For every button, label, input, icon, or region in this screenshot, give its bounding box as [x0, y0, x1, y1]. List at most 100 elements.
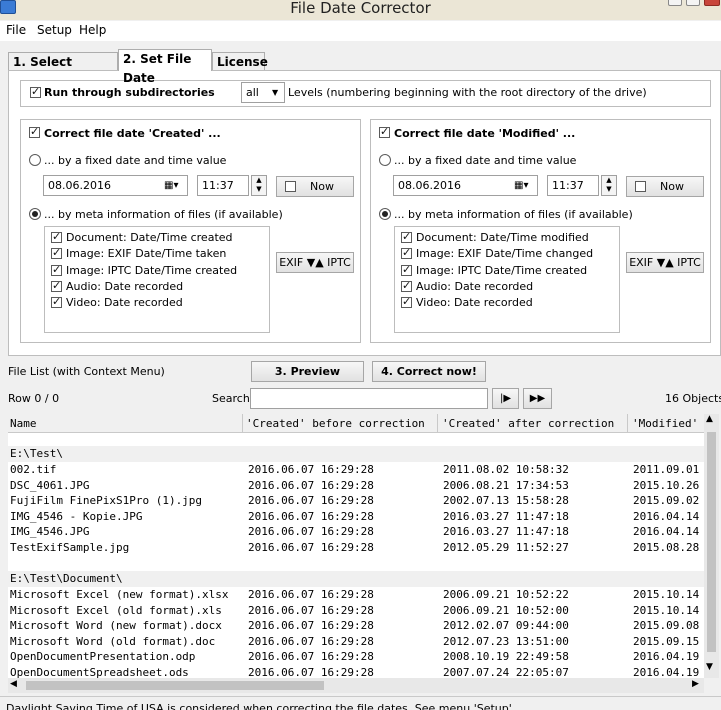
now-checkbox[interactable] — [285, 181, 296, 192]
column-header-created-after[interactable]: 'Created' after correction — [442, 416, 624, 432]
table-row[interactable]: IMG_4546 - Kopie.JPG 2016.06.07 16:29:28 2… — [8, 509, 704, 525]
cell-name: IMG_4546.JPG — [10, 525, 90, 538]
minimize-button[interactable] — [668, 0, 682, 6]
scroll-down-icon[interactable]: ▼ — [706, 662, 713, 672]
created-date-field[interactable]: 08.06.2016 ▦▾ — [43, 175, 188, 196]
horizontal-scrollbar[interactable]: ◀ ▶ — [8, 678, 704, 693]
created-meta-item-3[interactable]: Image: IPTC Date/Time created — [66, 264, 237, 277]
menu-file[interactable]: File — [6, 23, 26, 37]
search-input[interactable] — [250, 388, 488, 409]
created-time-spinner[interactable]: ▲ ▼ — [251, 175, 267, 196]
cell-created-before: 2016.06.07 16:29:28 — [248, 478, 374, 492]
cell-name: IMG_4546 - Kopie.JPG — [10, 509, 143, 523]
correct-now-button[interactable]: 4. Correct now! — [372, 361, 486, 382]
row-counter: Row 0 / 0 — [8, 392, 60, 405]
vertical-scroll-thumb[interactable] — [707, 432, 716, 652]
modified-meta-check-5[interactable] — [401, 295, 412, 308]
table-row[interactable]: Microsoft Excel (old format).xls 2016.06.… — [8, 603, 704, 619]
table-row[interactable]: FujiFilm FinePixS1Pro (1).jpg 2016.06.07 … — [8, 493, 704, 509]
table-row[interactable]: TestExifSample.jpg 2016.06.07 16:29:28 201… — [8, 540, 704, 556]
created-meta-check-5[interactable] — [51, 295, 62, 308]
modified-meta-radio[interactable] — [379, 208, 391, 220]
close-button[interactable] — [704, 0, 720, 6]
modified-time-field[interactable]: 11:37 — [547, 175, 599, 196]
created-meta-item-5[interactable]: Video: Date recorded — [66, 296, 183, 309]
column-separator[interactable] — [437, 414, 438, 432]
table-row[interactable]: Microsoft Excel (new format).xlsx 2016.06… — [8, 587, 704, 603]
cell-modified-before: 2016.04.14 — [633, 525, 700, 538]
modified-meta-check-4[interactable] — [401, 279, 412, 292]
created-meta-item-2[interactable]: Image: EXIF Date/Time taken — [66, 247, 226, 260]
created-meta-radio[interactable] — [29, 208, 41, 220]
created-exif-iptc-button[interactable]: EXIF ▼▲ IPTC — [276, 252, 354, 273]
modified-meta-item-4[interactable]: Audio: Date recorded — [416, 280, 533, 293]
horizontal-scroll-thumb[interactable] — [26, 681, 324, 690]
scroll-right-icon[interactable]: ▶ — [692, 679, 699, 689]
menu-setup[interactable]: Setup — [37, 23, 72, 37]
created-date-value: 08.06.2016 — [48, 179, 111, 192]
modified-meta-check-2[interactable] — [401, 246, 412, 259]
created-meta-check-4[interactable] — [51, 279, 62, 292]
modified-meta-check-1[interactable] — [401, 230, 412, 243]
created-meta-check-1[interactable] — [51, 230, 62, 243]
created-meta-check-2[interactable] — [51, 246, 62, 259]
group-row[interactable]: E:\Test\Document\ — [8, 571, 704, 587]
modified-meta-item-1[interactable]: Document: Date/Time modified — [416, 231, 589, 244]
tab-license[interactable]: License — [212, 52, 268, 71]
cell-modified-before: 2015.08.28 — [633, 540, 700, 554]
created-meta-item-1[interactable]: Document: Date/Time created — [66, 231, 233, 244]
scroll-up-icon[interactable]: ▲ — [706, 414, 713, 424]
table-row[interactable]: IMG_4546.JPG 2016.06.07 16:29:28 2016.03.2… — [8, 524, 704, 540]
subdirectories-checkbox[interactable] — [30, 85, 41, 98]
created-checkbox[interactable] — [29, 125, 40, 138]
cell-created-before: 2016.06.07 16:29:28 — [248, 540, 374, 554]
tab-select-directory[interactable]: 1. Select Directory — [8, 52, 118, 88]
now-checkbox[interactable] — [635, 181, 646, 192]
table-row[interactable]: OpenDocumentPresentation.odp 2016.06.07 1… — [8, 649, 704, 665]
column-separator[interactable] — [242, 414, 243, 432]
column-header-created-before[interactable]: 'Created' before correction — [246, 416, 434, 432]
modified-time-spinner[interactable]: ▲ ▼ — [601, 175, 617, 196]
preview-button[interactable]: 3. Preview — [251, 361, 364, 382]
table-row[interactable]: DSC_4061.JPG 2016.06.07 16:29:28 2006.08.2… — [8, 478, 704, 494]
table-row[interactable]: Microsoft Word (old format).doc 2016.06.0… — [8, 634, 704, 650]
column-header-modified-before[interactable]: 'Modified' before correction — [632, 416, 704, 432]
maximize-button[interactable] — [686, 0, 700, 6]
menu-help[interactable]: Help — [79, 23, 106, 37]
modified-meta-item-2[interactable]: Image: EXIF Date/Time changed — [416, 247, 593, 260]
scroll-left-icon[interactable]: ◀ — [10, 679, 17, 689]
column-separator[interactable] — [627, 414, 628, 432]
cell-modified-before: 2015.09.08 — [633, 619, 700, 632]
vertical-scrollbar[interactable]: ▲ ▼ — [704, 414, 719, 678]
cell-created-after: 2006.08.21 17:34:53 — [443, 478, 569, 492]
created-meta-check-3[interactable] — [51, 263, 62, 276]
modified-meta-item-3[interactable]: Image: IPTC Date/Time created — [416, 264, 587, 277]
modified-checkbox[interactable] — [379, 125, 390, 138]
table-row[interactable]: Microsoft Word (new format).docx 2016.06.… — [8, 618, 704, 634]
cell-name: FujiFilm FinePixS1Pro (1).jpg — [10, 494, 203, 507]
cell-modified-before: 2015.10.14 — [633, 588, 700, 601]
created-time-field[interactable]: 11:37 — [197, 175, 249, 196]
cell-created-before: 2016.06.07 16:29:28 — [248, 588, 374, 601]
modified-meta-check-3[interactable] — [401, 263, 412, 276]
objects-count: 16 Objects — [665, 392, 721, 405]
modified-fixed-radio[interactable] — [379, 154, 391, 166]
modified-exif-iptc-button[interactable]: EXIF ▼▲ IPTC — [626, 252, 704, 273]
modified-now-button[interactable]: Now — [626, 176, 704, 197]
calendar-icon[interactable]: ▦▾ — [164, 176, 178, 195]
calendar-icon[interactable]: ▦▾ — [514, 176, 528, 195]
created-fixed-radio[interactable] — [29, 154, 41, 166]
table-row[interactable]: 002.tif 2016.06.07 16:29:28 2011.08.02 10:… — [8, 462, 704, 478]
created-meta-item-4[interactable]: Audio: Date recorded — [66, 280, 183, 293]
modified-date-field[interactable]: 08.06.2016 ▦▾ — [393, 175, 538, 196]
column-header-name[interactable]: Name — [10, 416, 238, 432]
cell-created-after: 2016.03.27 11:47:18 — [443, 525, 569, 538]
created-meta-label: ... by meta information of files (if ava… — [44, 208, 283, 221]
group-row[interactable]: E:\Test\ — [8, 446, 704, 462]
created-now-button[interactable]: Now — [276, 176, 354, 197]
levels-select[interactable]: all ▼ — [241, 82, 285, 103]
find-all-button[interactable]: ▶▶ — [523, 388, 552, 409]
find-next-button[interactable]: |▶ — [492, 388, 519, 409]
modified-meta-item-5[interactable]: Video: Date recorded — [416, 296, 533, 309]
tab-set-file-date[interactable]: 2. Set File Date — [118, 49, 212, 85]
